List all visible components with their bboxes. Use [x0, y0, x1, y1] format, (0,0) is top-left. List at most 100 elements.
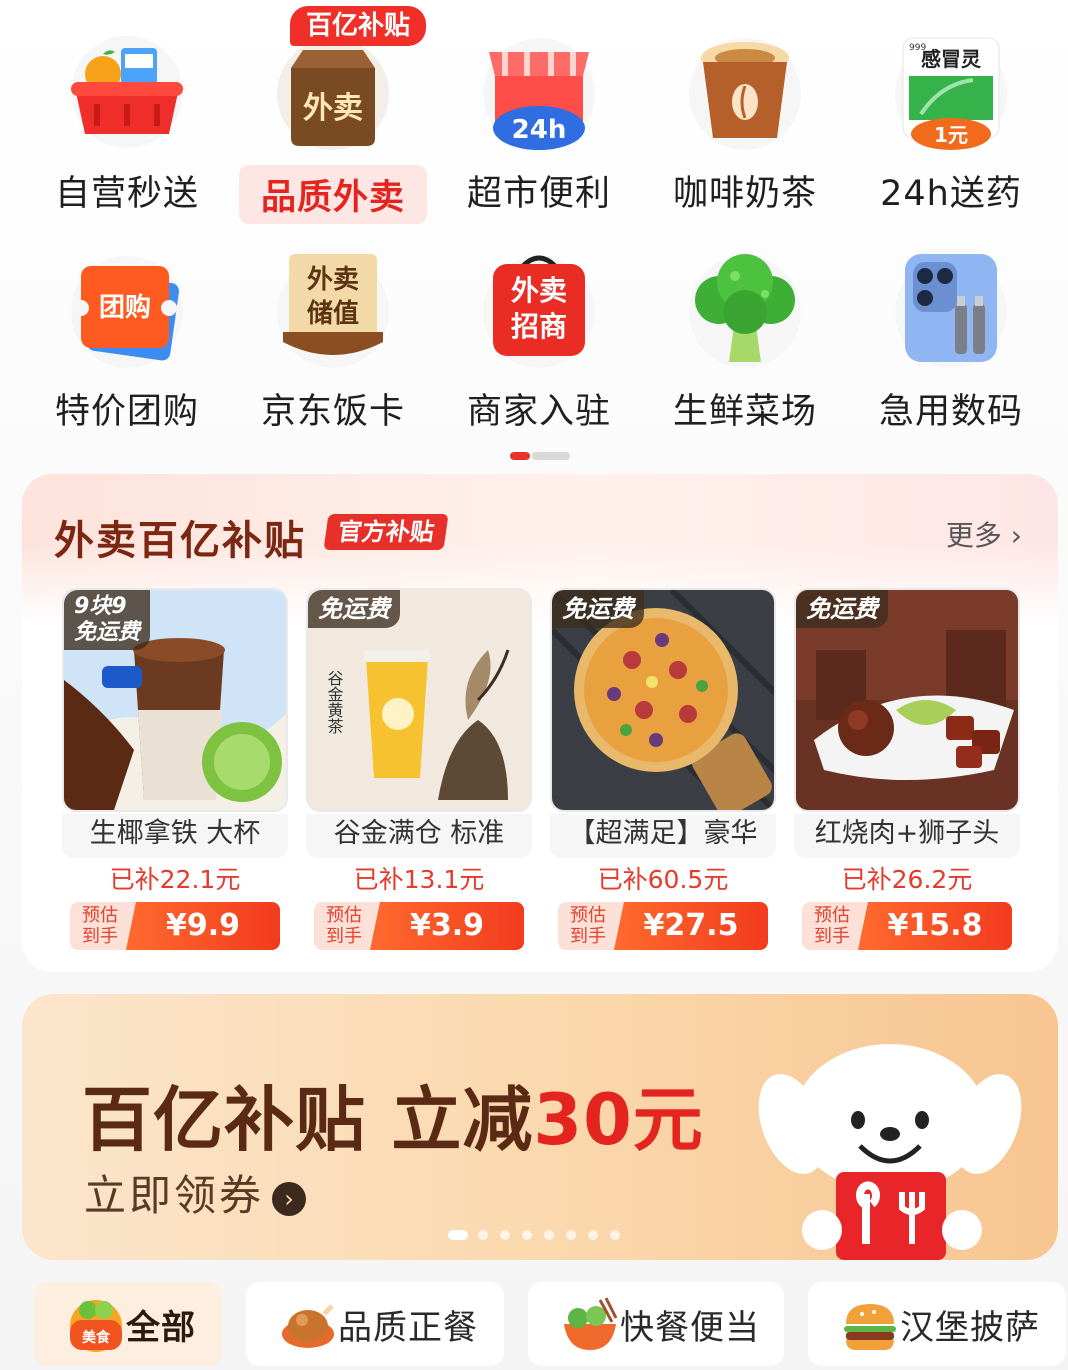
store-24h-icon: 24h: [483, 38, 595, 150]
svg-text:1元: 1元: [934, 123, 968, 147]
price: ¥3.9: [370, 902, 524, 950]
grid-item-label: 24h送药: [880, 174, 1022, 214]
estimate-label: 预估: [82, 905, 118, 926]
promo-banner[interactable]: 百亿补贴 立减30元 立即领券 ›: [22, 994, 1058, 1260]
grid-item-label: 商家入驻: [466, 392, 611, 432]
free-delivery-tag: 免运费: [796, 590, 888, 628]
takeout-subsidy-card: 外卖百亿补贴 官方补贴 更多 › 9块9 免运费 生椰拿铁 大杯 已补22.1元…: [22, 474, 1058, 972]
svg-text:外卖: 外卖: [511, 274, 567, 307]
grid-item-digital[interactable]: 急用数码: [848, 218, 1054, 432]
banner-dot-active: [448, 1230, 468, 1240]
svg-text:24h: 24h: [512, 115, 567, 145]
tab-all[interactable]: 美食 全部: [34, 1282, 222, 1366]
basket-icon: [71, 36, 183, 148]
banner-dot: [544, 1230, 554, 1240]
banner-title: 百亿补贴 立减30元: [82, 1064, 704, 1165]
svg-text:招商: 招商: [511, 310, 567, 343]
product-card[interactable]: 免运费 【超满足】豪华 已补60.5元 预估 到手 ¥27.5: [550, 588, 776, 958]
broccoli-icon: [689, 254, 801, 368]
medicine-box-icon: 999 感冒灵 1元: [895, 37, 1007, 150]
buy-button[interactable]: 预估 到手 ¥3.9: [314, 902, 524, 950]
tab-label: 汉堡披萨: [900, 1308, 1040, 1348]
subsidy-amount: 已补60.5元: [597, 865, 729, 894]
grid-item-label: 品质外卖: [238, 165, 427, 224]
tab-quality-meal[interactable]: 品质正餐: [246, 1282, 504, 1366]
banner-dot: [610, 1230, 620, 1240]
buy-button[interactable]: 预估 到手 ¥15.8: [802, 902, 1012, 950]
estimate-label: 预估: [570, 905, 606, 926]
subsidy-badge: 百亿补贴: [290, 6, 427, 46]
banner-dot: [522, 1230, 532, 1240]
grid-item-label: 超市便利: [466, 174, 611, 214]
free-delivery-tag: 9块9 免运费: [64, 590, 151, 650]
banner-page-indicator: [448, 1230, 648, 1240]
buy-button[interactable]: 预估 到手 ¥27.5: [558, 902, 768, 950]
grid-item-label: 京东饭卡: [260, 392, 405, 432]
buy-button[interactable]: 预估 到手 ¥9.9: [70, 902, 280, 950]
grid-item-supermarket[interactable]: 24h 超市便利: [436, 0, 642, 214]
free-delivery-tag: 免运费: [308, 590, 400, 628]
coffee-cup-icon: [689, 38, 801, 150]
service-grid: 百亿补贴 自营秒送 外卖 品质外卖 24h 超市便利 咖啡奶茶 999 感冒灵 …: [0, 0, 1068, 470]
tab-label: 快餐便当: [620, 1308, 760, 1348]
golden-tea-photo: 谷金黄茶 免运费: [306, 588, 532, 812]
product-card[interactable]: 免运费 红烧肉+狮子头 已补26.2元 预估 到手 ¥15.8: [794, 588, 1020, 958]
product-card[interactable]: 谷金黄茶 免运费 谷金满仓 标准 已补13.1元 预估 到手 ¥3.9: [306, 588, 532, 958]
tab-fast-food[interactable]: 快餐便当: [528, 1282, 784, 1366]
grid-item-self-delivery[interactable]: 自营秒送: [24, 0, 230, 214]
category-tabs: 美食 全部 品质正餐 快餐便当 汉堡披萨: [0, 1282, 1068, 1370]
estimate-label: 预估: [814, 905, 850, 926]
estimate-label: 预估: [326, 905, 362, 926]
svg-text:谷金黄茶: 谷金黄茶: [325, 670, 344, 734]
chevron-right-circle-icon: ›: [272, 1181, 307, 1216]
grid-item-label: 咖啡奶茶: [672, 174, 817, 214]
grid-item-label: 生鲜菜场: [672, 392, 817, 432]
product-card[interactable]: 9块9 免运费 生椰拿铁 大杯 已补22.1元 预估 到手 ¥9.9: [62, 588, 288, 958]
braised-pork-photo: 免运费: [794, 588, 1020, 812]
phone-cable-icon: [895, 254, 1007, 368]
merchant-bag-icon: 外卖 招商: [483, 255, 595, 368]
grid-item-meal-card[interactable]: 外卖 储值 京东饭卡: [230, 218, 436, 432]
grid-item-label: 急用数码: [878, 392, 1023, 432]
section-title: 外卖百亿补贴: [54, 518, 306, 564]
banner-title-text: 百亿补贴 立减: [82, 1079, 534, 1161]
official-subsidy-tag: 官方补贴: [323, 514, 449, 550]
subsidy-amount: 已补22.1元: [109, 865, 241, 894]
subsidy-amount: 已补26.2元: [841, 865, 973, 894]
page-dot-active: [510, 452, 530, 460]
burger-icon: [844, 1304, 896, 1350]
grid-item-group-buy[interactable]: 团购 特价团购: [24, 218, 230, 432]
tab-burger-pizza[interactable]: 汉堡披萨: [808, 1282, 1066, 1366]
price: ¥27.5: [614, 902, 768, 950]
product-name: 生椰拿铁 大杯: [62, 814, 288, 858]
grid-item-fresh-market[interactable]: 生鲜菜场: [642, 218, 848, 432]
product-list: 9块9 免运费 生椰拿铁 大杯 已补22.1元 预估到手 ¥9.9 谷金黄茶: [62, 588, 1022, 958]
price: ¥9.9: [126, 902, 280, 950]
banner-discount: 30元: [533, 1079, 704, 1161]
tab-label: 全部: [126, 1308, 196, 1348]
svg-text:外卖: 外卖: [303, 91, 363, 126]
claim-coupon-button[interactable]: 立即领券 ›: [84, 1162, 307, 1223]
banner-dot: [500, 1230, 510, 1240]
svg-text:美食: 美食: [82, 1329, 111, 1346]
page-dot: [532, 452, 570, 460]
subsidy-amount: 已补13.1元: [353, 865, 485, 894]
coconut-latte-photo: 9块9 免运费: [62, 588, 288, 812]
grid-item-label: 自营秒送: [54, 174, 199, 214]
grid-page-indicator: [510, 452, 570, 460]
free-delivery-tag: 免运费: [552, 590, 644, 628]
bento-bowl-icon: [564, 1297, 618, 1350]
more-link[interactable]: 更多 ›: [946, 514, 1022, 554]
product-name: 【超满足】豪华: [550, 814, 776, 858]
claim-coupon-label: 立即领券: [84, 1171, 265, 1220]
grid-item-label: 特价团购: [54, 392, 199, 432]
food-icon: 美食: [70, 1300, 122, 1352]
banner-dot: [588, 1230, 598, 1240]
joy-dog-mascot: [758, 1044, 1022, 1260]
pizza-photo: 免运费: [550, 588, 776, 812]
svg-text:感冒灵: 感冒灵: [921, 47, 982, 71]
grid-item-coffee-tea[interactable]: 咖啡奶茶: [642, 0, 848, 214]
product-name: 红烧肉+狮子头: [794, 814, 1020, 858]
grid-item-merchant[interactable]: 外卖 招商 商家入驻: [436, 218, 642, 432]
grid-item-medicine[interactable]: 999 感冒灵 1元 24h送药: [848, 0, 1054, 214]
